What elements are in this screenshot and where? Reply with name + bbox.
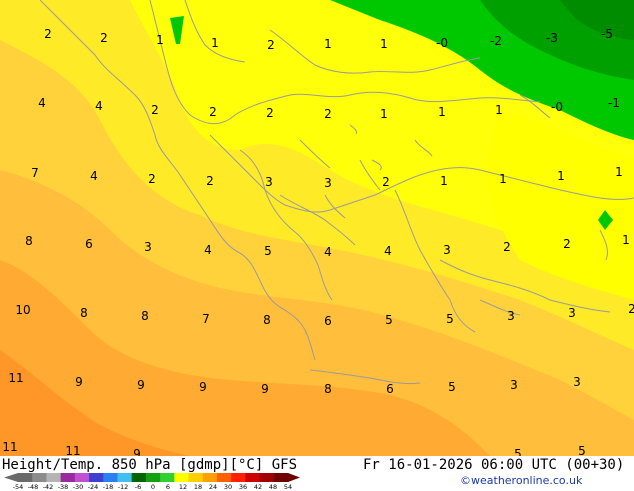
scale-swatch <box>32 473 47 482</box>
scale-swatch <box>46 473 62 482</box>
temperature-value: 1 <box>324 37 332 51</box>
forecast-datetime: Fr 16-01-2026 06:00 UTC (00+30) <box>363 457 625 473</box>
scale-swatch <box>216 473 232 482</box>
temperature-value: 11 <box>65 444 81 456</box>
temperature-value: 3 <box>443 243 451 257</box>
scale-swatch <box>245 473 261 482</box>
scale-swatch <box>259 473 275 482</box>
temperature-value: 4 <box>95 99 103 113</box>
scale-swatch <box>103 473 118 482</box>
temperature-value: 8 <box>263 313 271 327</box>
scale-swatch <box>89 473 104 482</box>
temperature-value: 3 <box>324 176 332 190</box>
temperature-value: 9 <box>261 382 269 396</box>
temperature-value: 2 <box>100 31 108 45</box>
temperature-field <box>0 0 634 456</box>
temperature-value: 2 <box>324 107 332 121</box>
temperature-value: 1 <box>499 172 507 186</box>
temperature-value: 11 <box>8 371 24 385</box>
scale-swatch <box>188 473 204 482</box>
temperature-value: 3 <box>144 240 152 254</box>
color-scale: -54 -48 -42 -38 -30 -24 -18 -12 -6 0 6 12 18 24 30 36 42… <box>0 472 300 491</box>
credit-link[interactable]: ©weatheronline.co.uk <box>460 474 582 487</box>
temperature-value: 4 <box>38 96 46 110</box>
temperature-value: 3 <box>265 175 273 189</box>
scale-swatch <box>18 473 33 482</box>
temperature-value: 3 <box>507 309 515 323</box>
temperature-value: -0 <box>551 100 563 114</box>
scale-swatch <box>273 473 289 482</box>
temperature-value: 6 <box>324 314 332 328</box>
temperature-value: 1 <box>438 105 446 119</box>
temperature-value: 8 <box>80 306 88 320</box>
temperature-value: 2 <box>267 38 275 52</box>
temperature-value: 6 <box>85 237 93 251</box>
temperature-value: 9 <box>137 378 145 392</box>
temperature-value: 1 <box>622 233 630 247</box>
temperature-value: 8 <box>141 309 149 323</box>
scale-swatch <box>231 473 246 482</box>
temperature-value: 1 <box>440 174 448 188</box>
temperature-value: 6 <box>386 382 394 396</box>
temperature-value: 5 <box>446 312 454 326</box>
temperature-value: 3 <box>510 378 518 392</box>
temperature-value: 9 <box>133 447 141 456</box>
temperature-value: 10 <box>15 303 31 317</box>
temperature-value: 1 <box>380 37 388 51</box>
temperature-value: 5 <box>578 444 586 456</box>
temperature-value: 1 <box>156 33 164 47</box>
temperature-value: 8 <box>25 234 33 248</box>
temperature-value: 4 <box>204 243 212 257</box>
scale-swatch <box>117 473 133 482</box>
temperature-value: 2 <box>266 106 274 120</box>
scale-swatch <box>60 473 76 482</box>
temperature-value: 1 <box>615 165 623 179</box>
temperature-value: 4 <box>384 244 392 258</box>
temperature-value: 1 <box>211 36 219 50</box>
temperature-value: 1 <box>380 107 388 121</box>
temperature-value: 5 <box>514 447 522 456</box>
temperature-value: -3 <box>546 31 558 45</box>
color-scale-bar <box>4 473 300 482</box>
scale-swatch <box>131 473 147 482</box>
temperature-value: -0 <box>436 36 448 50</box>
temperature-value: 4 <box>324 245 332 259</box>
map-title: Height/Temp. 850 hPa [gdmp][°C] GFS <box>2 457 298 473</box>
temperature-value: -1 <box>608 96 620 110</box>
temperature-value: 8 <box>324 382 332 396</box>
temperature-value: 2 <box>209 105 217 119</box>
scale-arrow-low <box>4 473 18 482</box>
scale-swatch <box>174 473 190 482</box>
temperature-value: 1 <box>495 103 503 117</box>
temperature-value: 7 <box>202 312 210 326</box>
temperature-value: -2 <box>490 34 502 48</box>
temperature-value: 9 <box>199 380 207 394</box>
temperature-value: 2 <box>563 237 571 251</box>
scale-swatch <box>145 473 161 482</box>
scale-swatch <box>160 473 175 482</box>
temperature-value: 2 <box>628 302 634 316</box>
weather-map: 2 2 1 1 2 1 1 -0 -2 -3 -5 4 4 2 2 2 2 1 1 1 -0 -1 7 4 2 2 3 3 2 1 1 1 1 8… <box>0 0 634 456</box>
temperature-value: 2 <box>206 174 214 188</box>
temperature-value: 5 <box>264 244 272 258</box>
temperature-value: 11 <box>2 440 18 454</box>
temperature-value: 3 <box>568 306 576 320</box>
temperature-value: 9 <box>75 375 83 389</box>
temperature-value: 1 <box>557 169 565 183</box>
scale-swatch <box>74 473 90 482</box>
scale-swatch <box>202 473 218 482</box>
temperature-value: 3 <box>573 375 581 389</box>
temperature-value: 5 <box>448 380 456 394</box>
scale-arrow-high <box>288 473 300 482</box>
temperature-value: 2 <box>382 175 390 189</box>
temperature-value: 2 <box>151 103 159 117</box>
temperature-value: 2 <box>503 240 511 254</box>
temperature-value: 2 <box>44 27 52 41</box>
temperature-value: 7 <box>31 166 39 180</box>
temperature-value: 5 <box>385 313 393 327</box>
map-footer: Height/Temp. 850 hPa [gdmp][°C] GFS Fr 1… <box>0 456 634 491</box>
temperature-value: 4 <box>90 169 98 183</box>
temperature-value: 2 <box>148 172 156 186</box>
temperature-value: -5 <box>601 27 613 41</box>
